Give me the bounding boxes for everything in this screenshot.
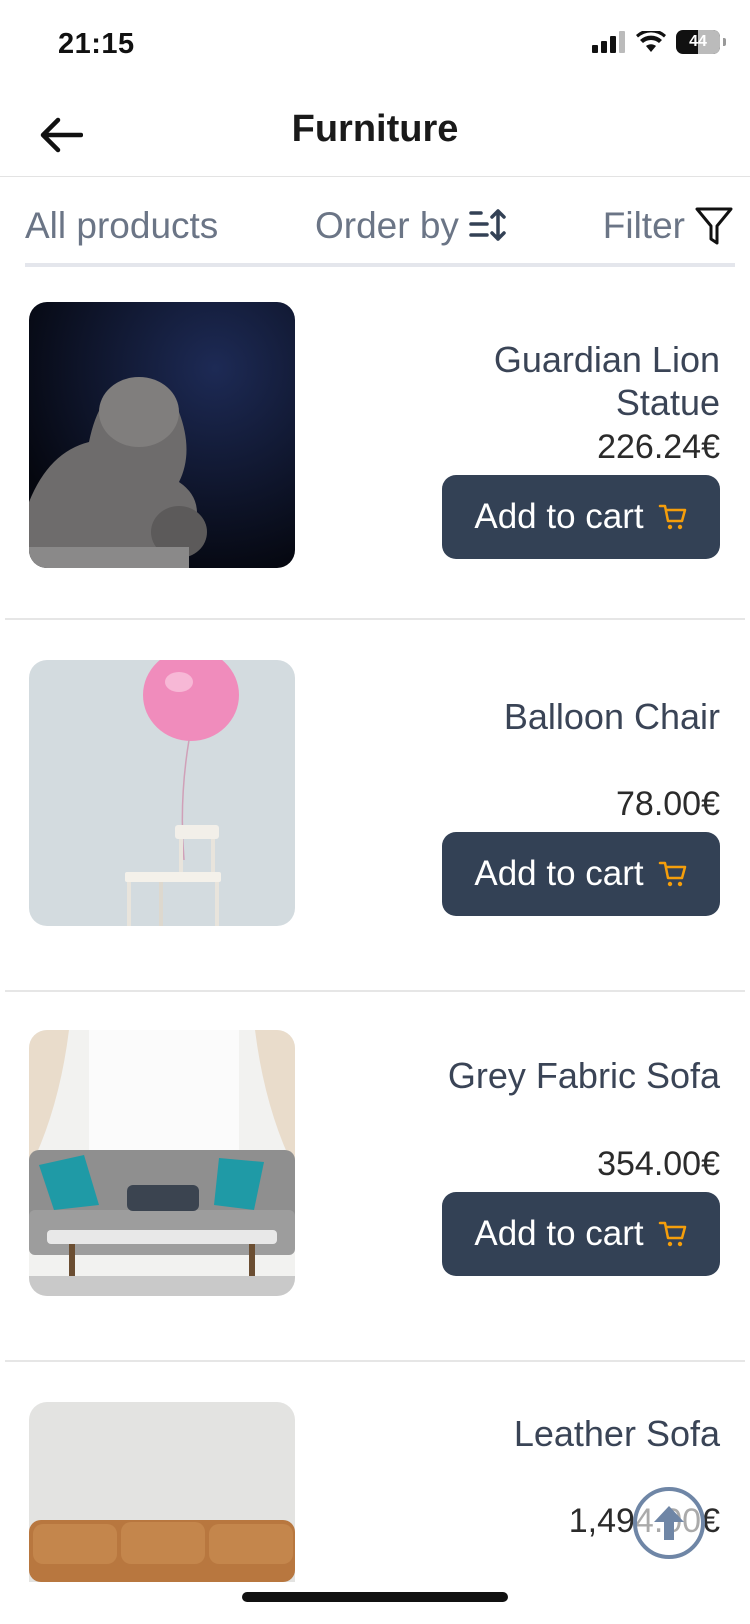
product-image-grey-fabric-sofa[interactable] (29, 1030, 295, 1296)
battery-level: 44 (689, 33, 707, 50)
status-time: 21:15 (58, 28, 135, 60)
product-item[interactable]: Balloon Chair 78.00€ Add to cart (5, 620, 745, 992)
signal-icon (592, 31, 625, 53)
scroll-to-top-button[interactable] (633, 1487, 705, 1559)
tab-order-by-label: Order by (315, 205, 459, 246)
add-to-cart-label: Add to cart (474, 497, 644, 536)
cart-icon (658, 1221, 686, 1247)
tab-all-products[interactable]: All products (25, 205, 218, 247)
sort-icon (469, 209, 506, 241)
cart-icon (658, 504, 686, 530)
product-name: Grey Fabric Sofa (447, 1055, 720, 1096)
add-to-cart-button[interactable]: Add to cart (442, 475, 720, 559)
add-to-cart-label: Add to cart (474, 854, 644, 893)
product-price: 354.00€ (597, 1145, 720, 1183)
product-price: 78.00€ (616, 785, 720, 823)
product-price: 226.24€ (597, 428, 720, 466)
page-title: Furniture (291, 108, 459, 150)
tab-filter-label: Filter (602, 205, 685, 246)
product-image-balloon-chair[interactable] (29, 660, 295, 926)
product-item[interactable]: Guardian Lion Statue 226.24€ Add to cart (5, 248, 745, 620)
battery-icon: 44 (676, 30, 726, 54)
product-name: Guardian Lion Statue (493, 339, 720, 423)
wifi-icon (636, 31, 666, 52)
arrow-up-icon (654, 1506, 684, 1540)
product-item[interactable]: Grey Fabric Sofa 354.00€ Add to cart (5, 990, 745, 1362)
tab-filter[interactable]: Filter (603, 205, 733, 247)
nav-bar: Furniture (0, 90, 750, 177)
add-to-cart-button[interactable]: Add to cart (442, 832, 720, 916)
home-indicator (242, 1592, 508, 1602)
cart-icon (658, 861, 686, 887)
product-image-lion-statue[interactable] (29, 302, 295, 568)
status-bar: 21:15 44 (0, 0, 750, 90)
add-to-cart-button[interactable]: Add to cart (442, 1192, 720, 1276)
filter-icon (695, 207, 733, 245)
product-name: Balloon Chair (503, 696, 720, 737)
product-item[interactable]: Leather Sofa 1,494.00€ (5, 1362, 745, 1594)
product-image-leather-sofa[interactable] (29, 1402, 295, 1582)
add-to-cart-label: Add to cart (474, 1214, 644, 1253)
tab-order-by[interactable]: Order by (315, 205, 507, 247)
status-icons: 44 (592, 30, 726, 54)
product-name: Leather Sofa (513, 1413, 720, 1454)
tab-all-products-label: All products (25, 205, 219, 246)
